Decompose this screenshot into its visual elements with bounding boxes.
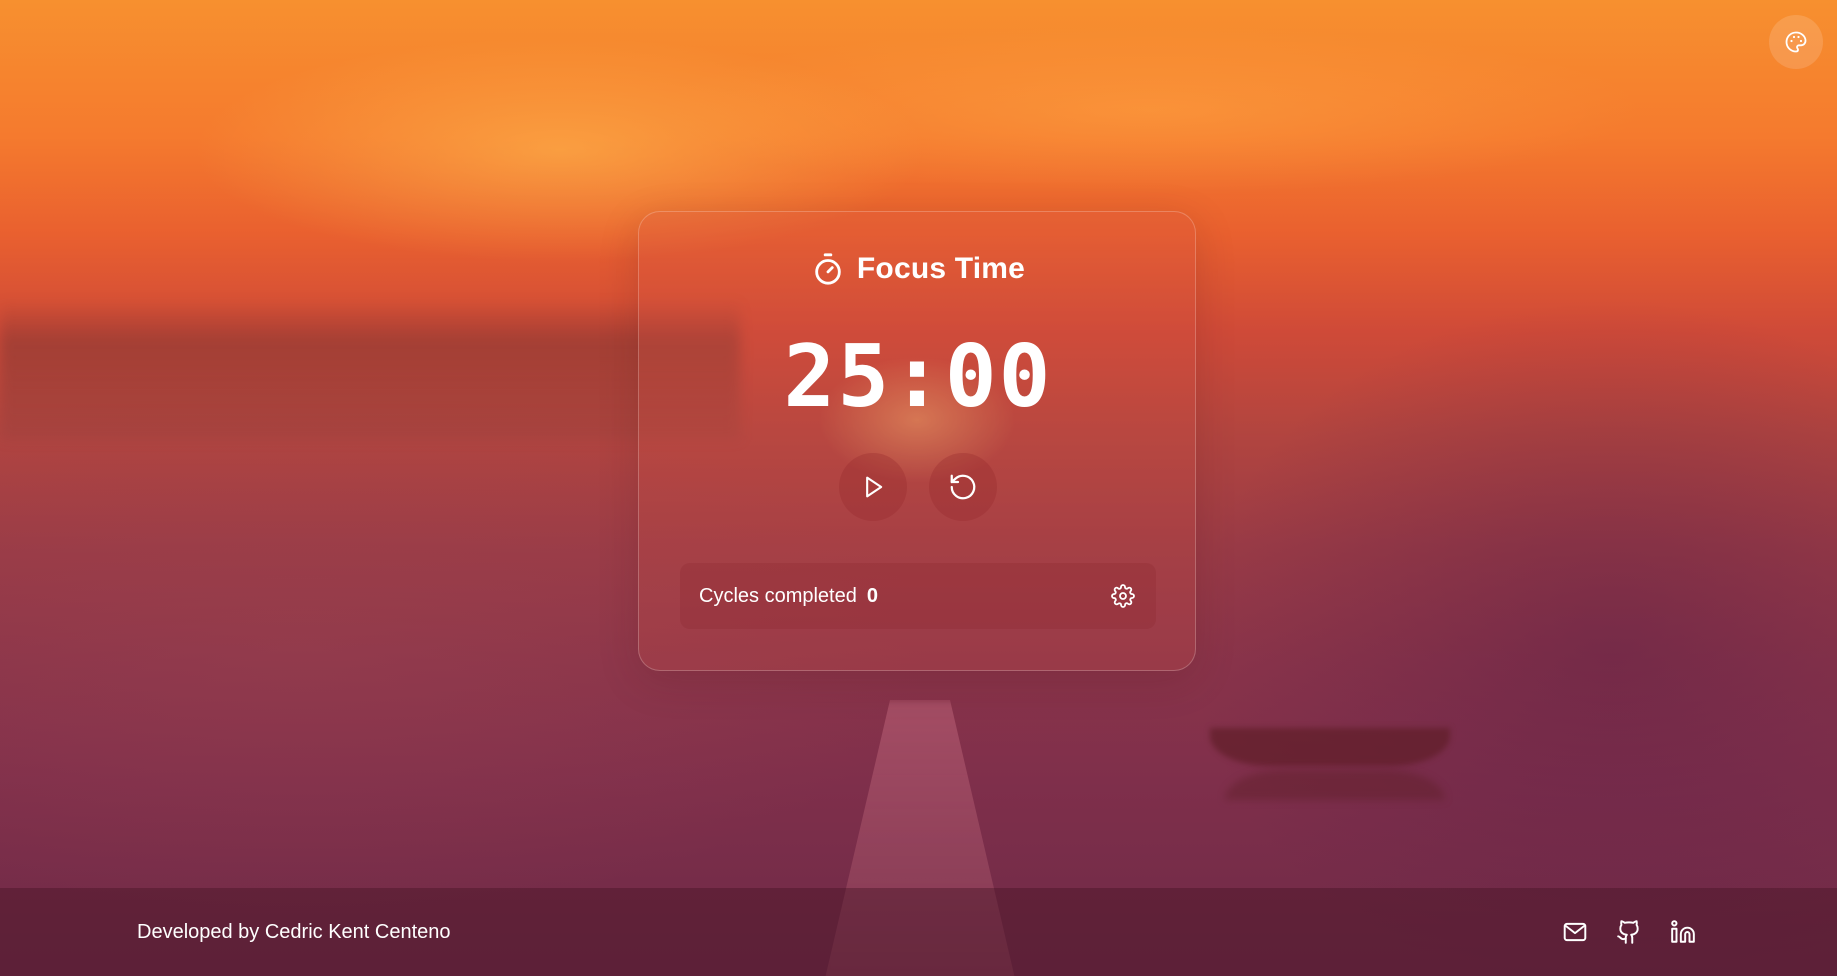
timer-card: Focus Time 25:00 Cycles completed 0	[638, 211, 1196, 671]
reset-icon	[948, 472, 978, 502]
settings-button[interactable]	[1108, 581, 1138, 611]
github-icon	[1616, 919, 1642, 945]
background-boat	[1210, 728, 1450, 766]
mode-label: Focus Time	[856, 252, 1026, 285]
gear-icon	[1111, 584, 1135, 608]
reset-button[interactable]	[929, 453, 997, 521]
cycles-panel: Cycles completed 0	[680, 563, 1156, 629]
play-button[interactable]	[839, 453, 907, 521]
mail-icon	[1562, 919, 1588, 945]
timer-controls	[639, 453, 1197, 521]
github-link[interactable]	[1614, 917, 1644, 947]
palette-icon	[1784, 30, 1808, 54]
footer-links	[1560, 888, 1698, 976]
background-boat-reflection	[1225, 770, 1445, 800]
mode-title: Focus Time	[639, 252, 1197, 286]
stopwatch-icon	[811, 252, 845, 286]
footer-credit: Developed by Cedric Kent Centeno	[137, 921, 451, 943]
time-display: 25:00	[783, 327, 1053, 427]
cycles-count: 0	[866, 584, 878, 607]
mail-link[interactable]	[1560, 917, 1590, 947]
footer: Developed by Cedric Kent Centeno	[0, 888, 1837, 976]
cycles-label: Cycles completed	[699, 584, 857, 607]
background-treeline	[0, 300, 740, 440]
play-icon	[859, 473, 887, 501]
theme-button[interactable]	[1769, 15, 1823, 69]
linkedin-icon	[1670, 919, 1696, 945]
linkedin-link[interactable]	[1668, 917, 1698, 947]
